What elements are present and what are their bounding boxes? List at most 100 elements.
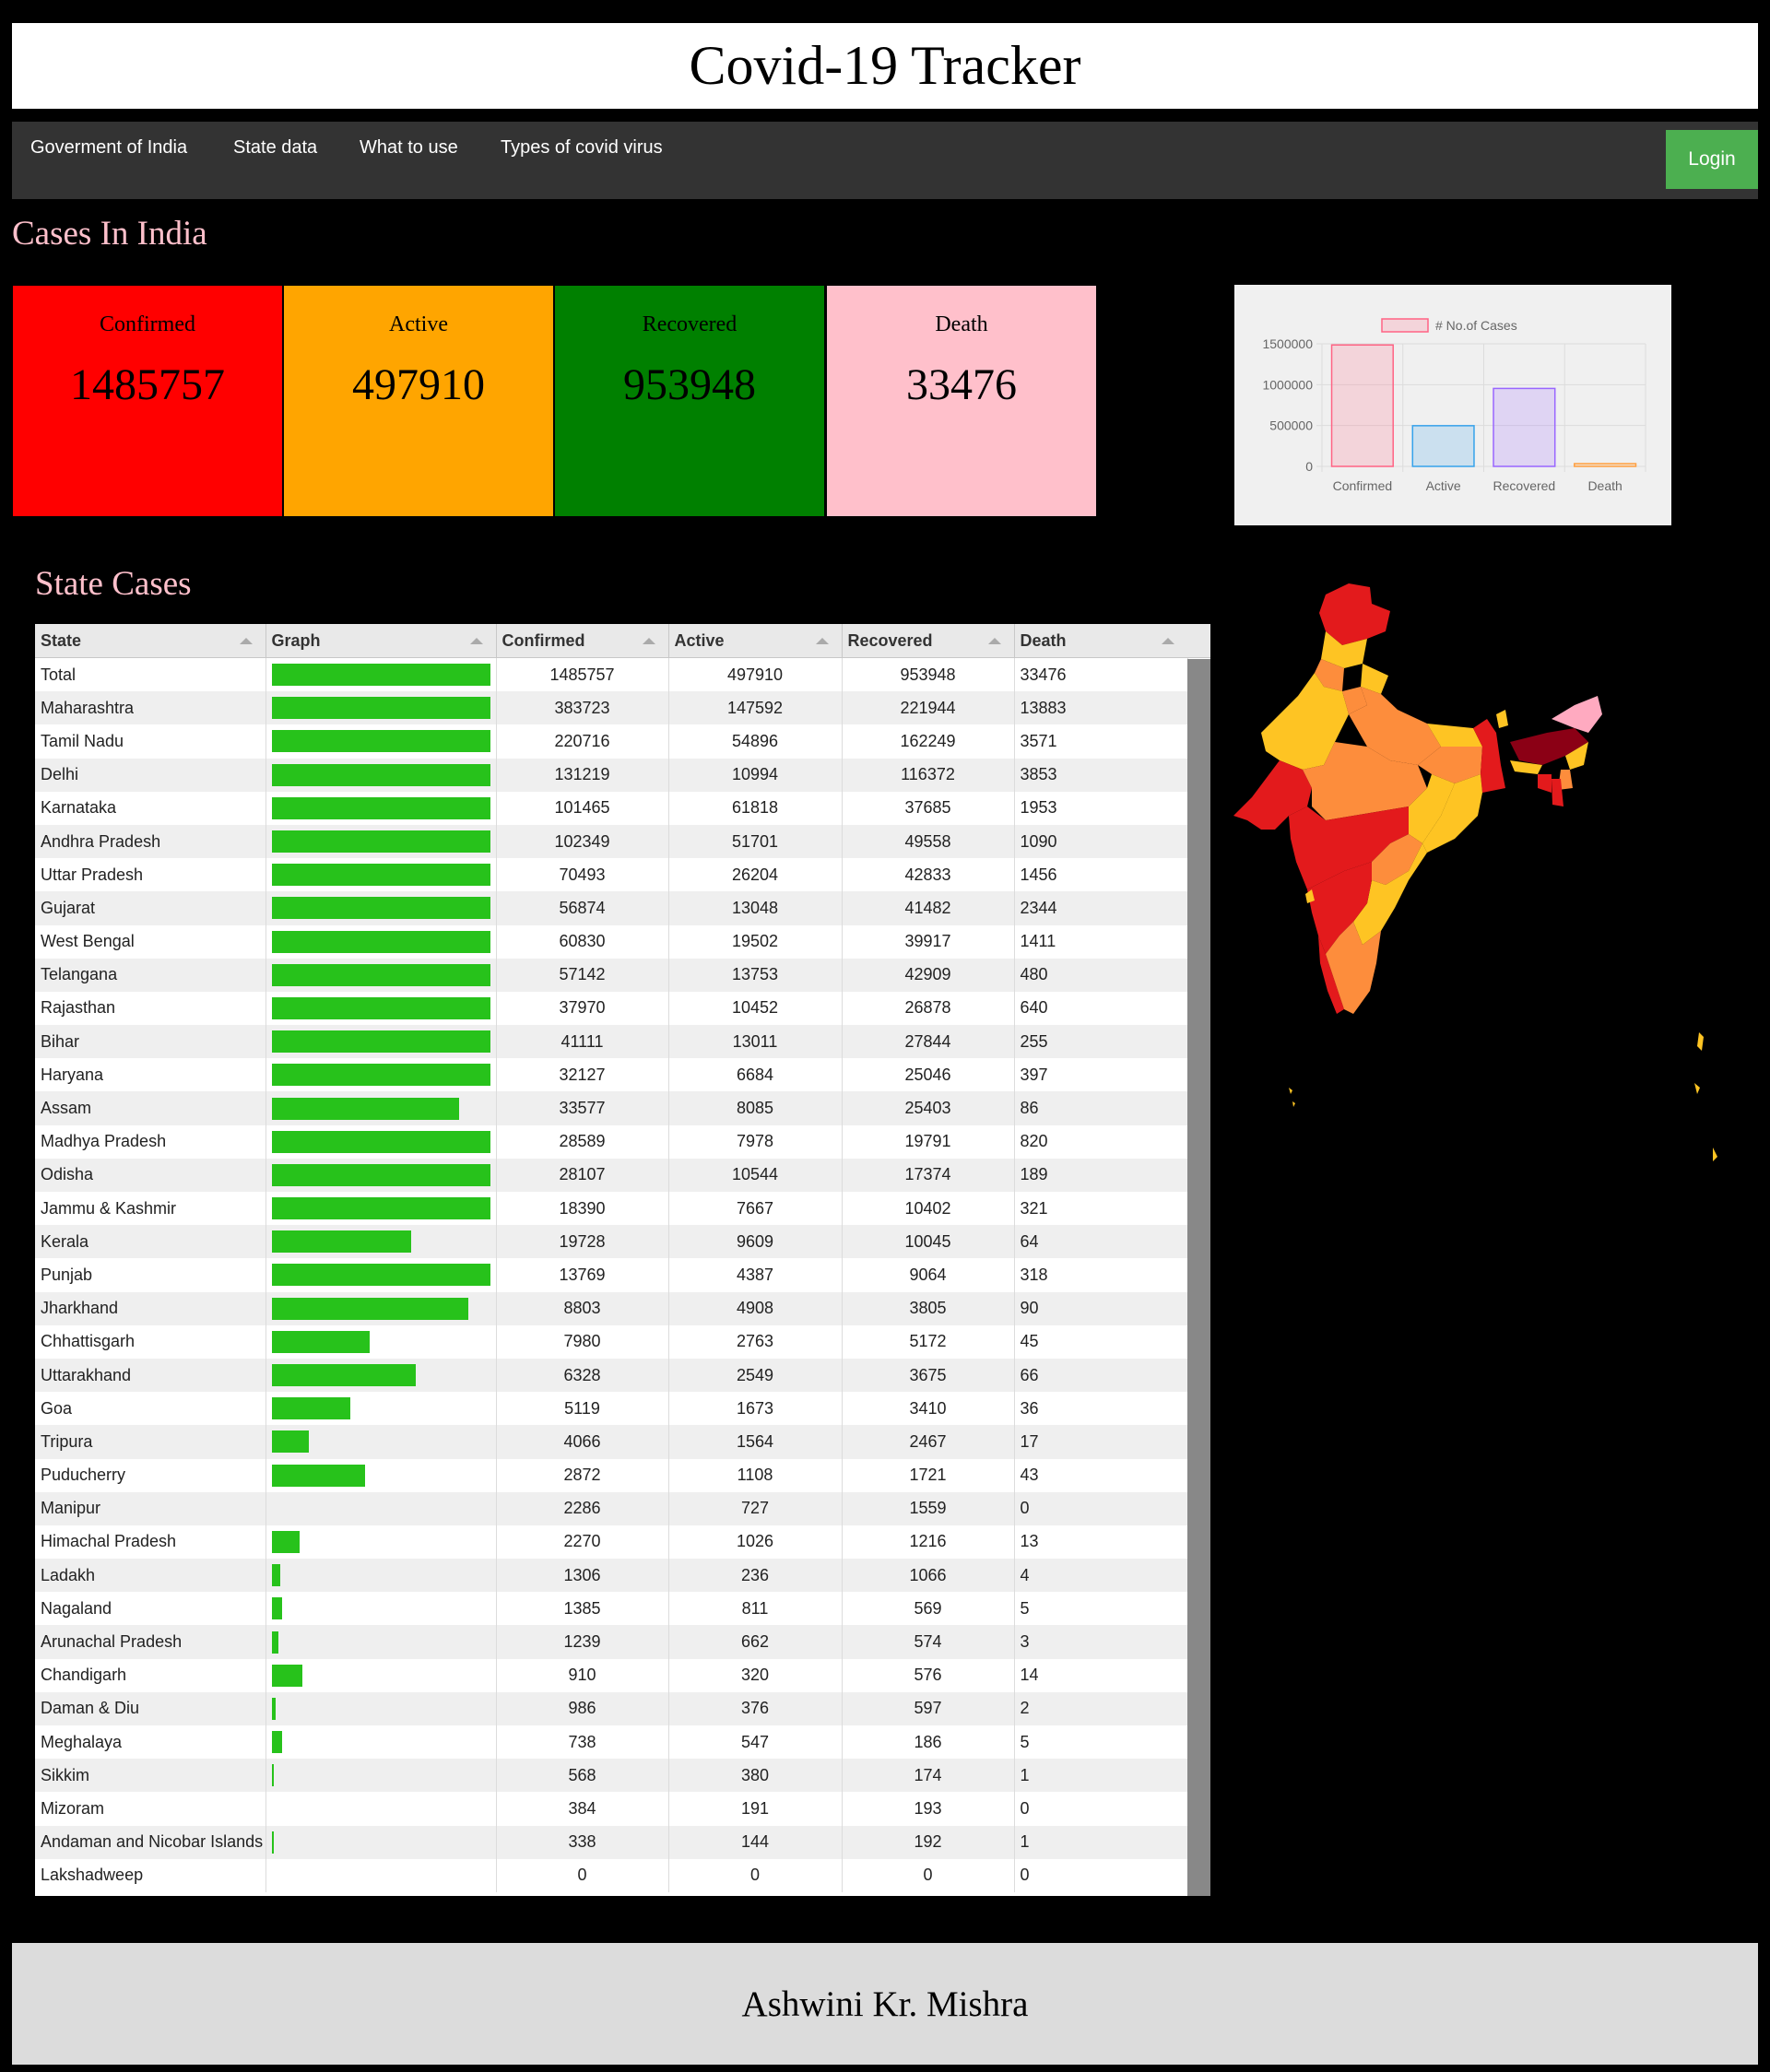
graph-cell <box>266 1158 497 1192</box>
confirmed-cell: 13769 <box>496 1258 669 1292</box>
map-region-tripura[interactable] <box>1538 774 1552 793</box>
graph-cell <box>266 991 497 1026</box>
confirmed-cell: 6328 <box>496 1358 669 1393</box>
legend-label: # No.of Cases <box>1435 318 1517 333</box>
death-cell: 820 <box>1014 1124 1188 1159</box>
sort-icon[interactable] <box>987 638 1001 644</box>
nav-what-to-use[interactable]: What to use <box>360 137 458 159</box>
scrollbar-corner <box>1187 624 1210 658</box>
graph-cell <box>266 657 497 692</box>
sort-icon[interactable] <box>642 638 655 644</box>
state-name-cell: Kerala <box>35 1225 266 1259</box>
sort-icon[interactable] <box>469 638 483 644</box>
recovered-cell: 49558 <box>842 824 1015 859</box>
state-section-title: State Cases <box>35 565 192 603</box>
state-name-cell: Nagaland <box>35 1592 266 1626</box>
active-cell: 662 <box>668 1625 843 1659</box>
table-row: Telangana 57142 13753 42909 480 <box>35 958 1188 992</box>
sort-icon[interactable] <box>815 638 829 644</box>
graph-bar <box>271 1264 490 1287</box>
graph-cell <box>266 1691 497 1725</box>
graph-bar <box>271 1631 278 1654</box>
graph-bar <box>271 1397 350 1420</box>
recovered-cell: 2467 <box>842 1425 1015 1459</box>
active-cell: 4387 <box>668 1258 843 1292</box>
confirmed-cell: 33577 <box>496 1091 669 1125</box>
map-region-arunachal[interactable] <box>1552 696 1602 733</box>
active-cell: 26204 <box>668 858 843 892</box>
graph-cell <box>266 1291 497 1325</box>
death-cell: 13 <box>1014 1525 1188 1560</box>
confirmed-cell: 18390 <box>496 1192 669 1226</box>
column-header-active[interactable]: Active <box>668 624 843 658</box>
recovered-cell: 1559 <box>842 1491 1015 1525</box>
graph-cell <box>266 1192 497 1226</box>
graph-bar <box>271 897 490 920</box>
graph-cell <box>266 691 497 725</box>
recovered-cell: 597 <box>842 1691 1015 1725</box>
state-name-cell: Odisha <box>35 1158 266 1192</box>
recovered-cell: 17374 <box>842 1158 1015 1192</box>
graph-cell <box>266 1358 497 1393</box>
graph-cell <box>266 1091 497 1125</box>
active-cell: 10994 <box>668 758 843 792</box>
nav-goverment-of-india[interactable]: Goverment of India <box>30 137 187 159</box>
state-name-cell: Maharashtra <box>35 691 266 725</box>
table-row: Rajasthan 37970 10452 26878 640 <box>35 991 1188 1026</box>
column-header-death[interactable]: Death <box>1014 624 1188 658</box>
nav-types-of-covid-virus[interactable]: Types of covid virus <box>501 137 663 159</box>
recovered-cell: 10402 <box>842 1192 1015 1226</box>
table-row: Maharashtra 383723 147592 221944 13883 <box>35 691 1188 725</box>
table-row: Total 1485757 497910 953948 33476 <box>35 657 1188 692</box>
death-cell: 1411 <box>1014 924 1188 959</box>
confirmed-cell: 383723 <box>496 691 669 725</box>
recovered-cell: 174 <box>842 1759 1015 1793</box>
map-region-andaman-nicobar[interactable] <box>1694 1032 1717 1161</box>
death-cell: 1953 <box>1014 791 1188 825</box>
nav-state-data[interactable]: State data <box>233 137 317 159</box>
table-scrollbar[interactable] <box>1187 659 1210 1896</box>
table-row: Ladakh 1306 236 1066 4 <box>35 1559 1188 1593</box>
graph-bar <box>271 1297 468 1320</box>
recovered-card: Recovered 953948 <box>554 286 824 516</box>
table-row: Himachal Pradesh 2270 1026 1216 13 <box>35 1525 1188 1560</box>
active-cell: 380 <box>668 1759 843 1793</box>
column-header-state[interactable]: State <box>35 624 266 658</box>
graph-cell <box>266 824 497 859</box>
recovered-cell: 192 <box>842 1825 1015 1859</box>
sort-icon[interactable] <box>239 638 253 644</box>
graph-cell <box>266 1825 497 1859</box>
death-cell: 0 <box>1014 1491 1188 1525</box>
table-row: Punjab 13769 4387 9064 318 <box>35 1258 1188 1292</box>
column-header-confirmed[interactable]: Confirmed <box>496 624 669 658</box>
death-cell: 480 <box>1014 958 1188 992</box>
sort-icon[interactable] <box>1161 638 1174 644</box>
recovered-cell: 3675 <box>842 1358 1015 1393</box>
confirmed-cell: 5119 <box>496 1392 669 1426</box>
state-name-cell: Goa <box>35 1392 266 1426</box>
column-header-graph[interactable]: Graph <box>266 624 497 658</box>
recovered-cell: 3805 <box>842 1291 1015 1325</box>
confirmed-cell: 56874 <box>496 891 669 925</box>
death-cell: 1456 <box>1014 858 1188 892</box>
map-region-lakshadweep[interactable] <box>1289 1088 1295 1107</box>
active-cell: 320 <box>668 1658 843 1692</box>
confirmed-cell: 1485757 <box>496 657 669 692</box>
column-header-recovered[interactable]: Recovered <box>842 624 1015 658</box>
graph-cell <box>266 1025 497 1059</box>
recovered-cell: 37685 <box>842 791 1015 825</box>
graph-cell <box>266 1124 497 1159</box>
navbar: Goverment of India State data What to us… <box>12 122 1758 199</box>
recovered-cell: 39917 <box>842 924 1015 959</box>
author-name: Ashwini Kr. Mishra <box>741 1984 1029 2024</box>
legend-swatch <box>1381 318 1429 333</box>
active-cell: 811 <box>668 1592 843 1626</box>
page-title: Covid-19 Tracker <box>689 35 1081 96</box>
death-cell: 0 <box>1014 1792 1188 1826</box>
bar-death <box>1574 463 1637 467</box>
login-button[interactable]: Login <box>1666 130 1758 189</box>
active-cell: 13048 <box>668 891 843 925</box>
state-name-cell: Andhra Pradesh <box>35 824 266 859</box>
confirmed-cell: 1385 <box>496 1592 669 1626</box>
map-region-sikkim[interactable] <box>1496 710 1508 728</box>
